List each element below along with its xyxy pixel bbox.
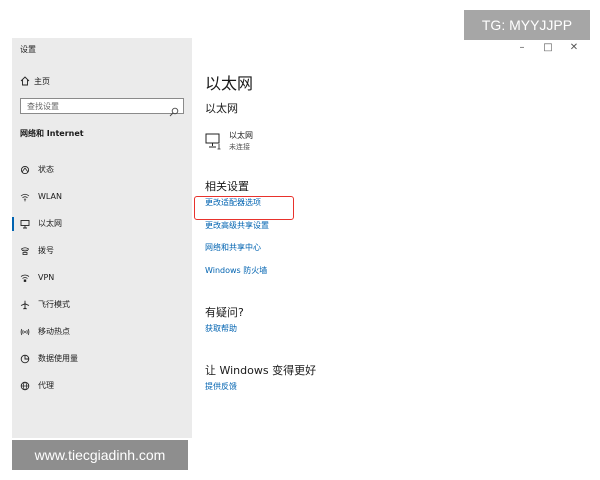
close-button[interactable]: ✕ [566, 42, 582, 53]
data-usage-icon [20, 352, 38, 366]
sidebar-item-label: 拨号 [38, 246, 54, 255]
sidebar-item-label: WLAN [38, 192, 63, 201]
vpn-icon [20, 271, 38, 285]
sidebar-item-airplane-mode[interactable]: 飞行模式 [12, 291, 192, 318]
give-feedback-link[interactable]: 提供反馈 [205, 381, 237, 392]
airplane-icon [20, 298, 38, 312]
sidebar-item-vpn[interactable]: VPN [12, 264, 192, 291]
feedback-heading: 让 Windows 变得更好 [205, 364, 317, 377]
sidebar-nav: 状态 WLAN 以太网 拨号 VPN 飞行模式 移动热点 数据使用量 代理 [12, 156, 192, 399]
sidebar-item-label: 状态 [38, 165, 54, 174]
wifi-icon [20, 190, 38, 204]
help-heading: 有疑问? [205, 306, 244, 319]
search-box[interactable] [20, 98, 184, 117]
ethernet-adapter-icon [205, 132, 223, 154]
sidebar-item-dialup[interactable]: 拨号 [12, 237, 192, 264]
proxy-icon [20, 379, 38, 393]
sidebar-item-label: 代理 [38, 381, 54, 390]
sidebar-home-label: 主页 [34, 76, 50, 86]
sidebar-item-label: 移动热点 [38, 327, 70, 336]
sidebar-item-wlan[interactable]: WLAN [12, 183, 192, 210]
sidebar: 设置 主页 网络和 Internet 状态 [12, 38, 192, 438]
watermark: www.tiecgiadinh.com [12, 440, 188, 470]
section-subtitle: 以太网 [205, 102, 238, 115]
maximize-button[interactable]: □ [540, 42, 556, 53]
sidebar-item-label: 数据使用量 [38, 354, 78, 363]
sidebar-item-data-usage[interactable]: 数据使用量 [12, 345, 192, 372]
tg-badge: TG: MYYJJPP [464, 10, 590, 40]
sidebar-item-label: 以太网 [38, 219, 62, 228]
network-sharing-center-link[interactable]: 网络和共享中心 [205, 242, 261, 253]
section-title: 网络和 Internet [20, 129, 84, 138]
sidebar-home[interactable]: 主页 [20, 74, 50, 88]
hotspot-icon [20, 325, 38, 339]
windows-firewall-link[interactable]: Windows 防火墙 [205, 265, 267, 276]
home-icon [20, 76, 34, 86]
ethernet-icon [20, 217, 38, 231]
highlight-box [194, 196, 294, 220]
search-input[interactable] [21, 101, 161, 111]
status-icon [20, 163, 38, 177]
adapter-name: 以太网 [229, 131, 253, 140]
page-title: 以太网 [205, 74, 254, 93]
sidebar-item-ethernet[interactable]: 以太网 [12, 210, 192, 237]
sidebar-item-proxy[interactable]: 代理 [12, 372, 192, 399]
sidebar-item-status[interactable]: 状态 [12, 156, 192, 183]
ethernet-adapter[interactable]: 以太网 未连接 [205, 130, 325, 156]
dialup-icon [20, 244, 38, 258]
related-settings-heading: 相关设置 [205, 180, 249, 193]
sidebar-item-label: 飞行模式 [38, 300, 70, 309]
app-title: 设置 [20, 45, 36, 54]
settings-window: 设置 主页 网络和 Internet 状态 [12, 38, 590, 470]
sidebar-item-mobile-hotspot[interactable]: 移动热点 [12, 318, 192, 345]
get-help-link[interactable]: 获取帮助 [205, 323, 237, 334]
search-icon[interactable] [169, 102, 179, 117]
sidebar-item-label: VPN [38, 273, 55, 282]
minimize-button[interactable]: – [514, 42, 530, 53]
change-advanced-sharing-link[interactable]: 更改高级共享设置 [205, 220, 269, 231]
adapter-status: 未连接 [229, 143, 250, 151]
